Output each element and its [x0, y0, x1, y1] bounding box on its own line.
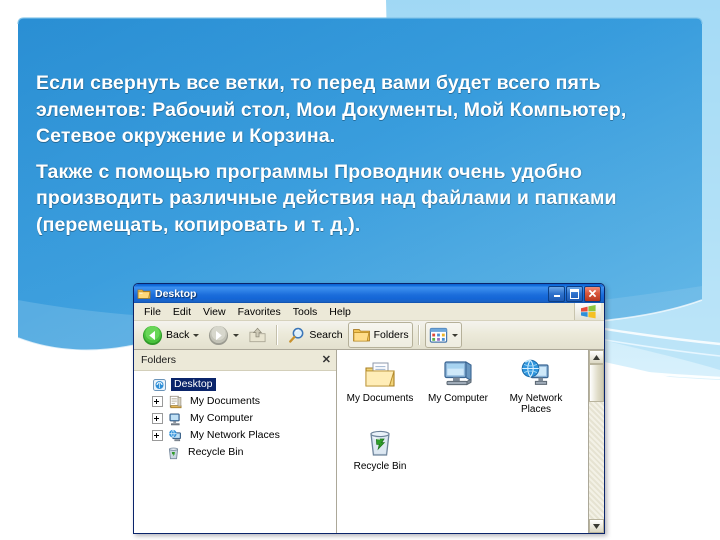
toolbar-separator-1	[276, 325, 279, 345]
expand-icon[interactable]	[152, 413, 163, 424]
expand-icon[interactable]	[152, 430, 163, 441]
back-button[interactable]: Back	[138, 322, 203, 348]
paragraph-2: Также с помощью программы Проводник очен…	[36, 160, 617, 236]
tree-item-my-network-places[interactable]: My Network Places	[152, 427, 336, 444]
window-titlebar[interactable]: Desktop	[134, 284, 604, 303]
item-recycle-bin[interactable]: Recycle Bin	[341, 427, 419, 472]
window-body: Folders ✕ Desktop My Documents My Comput…	[134, 350, 604, 533]
my-documents-icon	[363, 359, 397, 391]
forward-arrow-icon	[209, 325, 229, 345]
scroll-up-button[interactable]	[589, 350, 604, 364]
item-my-computer[interactable]: My Computer	[419, 359, 497, 415]
folders-pane: Folders ✕ Desktop My Documents My Comput…	[134, 350, 337, 533]
tree-item-recycle-bin[interactable]: Recycle Bin	[152, 444, 336, 461]
item-my-network-places[interactable]: My Network Places	[497, 359, 575, 415]
views-icon	[429, 327, 447, 343]
minimize-button[interactable]	[548, 285, 565, 302]
close-icon	[588, 289, 597, 298]
folders-label: Folders	[373, 329, 409, 341]
up-button[interactable]	[244, 322, 271, 348]
folders-pane-title: Folders	[141, 354, 177, 366]
recycle-bin-icon	[166, 446, 181, 460]
scrollbar-thumb[interactable]	[589, 364, 604, 402]
back-arrow-icon	[142, 325, 163, 345]
window-controls[interactable]	[548, 285, 601, 302]
menu-edit[interactable]: Edit	[167, 305, 197, 319]
item-label: Recycle Bin	[353, 461, 407, 472]
maximize-button[interactable]	[566, 285, 583, 302]
folder-tree[interactable]: Desktop My Documents My Computer My Netw…	[134, 371, 336, 461]
search-icon	[289, 327, 304, 343]
item-label: My Computer	[427, 393, 488, 404]
scrollbar-track[interactable]	[589, 402, 604, 519]
item-label: My Network Places	[509, 393, 563, 415]
expand-icon[interactable]	[152, 396, 163, 407]
forward-button[interactable]	[204, 322, 243, 348]
tree-label: Recycle Bin	[188, 446, 244, 458]
network-places-icon	[519, 359, 553, 391]
views-button[interactable]	[424, 322, 462, 348]
folders-icon	[352, 329, 370, 342]
tree-label: My Computer	[190, 412, 254, 424]
paragraph-1: Если свернуть все ветки, то перед вами б…	[36, 72, 627, 147]
scroll-down-button[interactable]	[589, 519, 604, 533]
folders-pane-header: Folders ✕	[134, 350, 336, 371]
folder-icon	[137, 287, 151, 300]
chevron-down-icon	[593, 523, 600, 529]
search-button[interactable]: Search	[283, 322, 346, 348]
window-menubar[interactable]: File Edit View Favorites Tools Help	[134, 303, 604, 321]
menu-favorites[interactable]: Favorites	[232, 305, 287, 319]
search-label: Search	[309, 329, 343, 341]
window-title: Desktop	[155, 287, 197, 300]
folders-pane-close-icon[interactable]: ✕	[322, 354, 331, 366]
my-documents-icon	[168, 395, 183, 409]
toolbar-separator-2	[417, 325, 420, 345]
window-toolbar[interactable]: Back Search Folders	[134, 321, 604, 350]
menu-view[interactable]: View	[197, 305, 232, 319]
menu-tools[interactable]: Tools	[287, 305, 324, 319]
item-my-documents[interactable]: My Documents	[341, 359, 419, 415]
tree-item-my-documents[interactable]: My Documents	[152, 393, 336, 410]
views-dropdown-icon[interactable]	[451, 333, 458, 337]
folders-button[interactable]: Folders	[347, 322, 413, 348]
tree-label: Desktop	[171, 378, 216, 391]
menu-help[interactable]: Help	[323, 305, 357, 319]
back-label: Back	[166, 329, 190, 341]
my-computer-icon	[441, 359, 475, 391]
tree-item-my-computer[interactable]: My Computer	[152, 410, 336, 427]
menu-file[interactable]: File	[138, 305, 167, 319]
item-label: My Documents	[346, 393, 414, 404]
tree-label: My Network Places	[190, 429, 280, 441]
explorer-window[interactable]: Desktop File Edit View Favorites Tools H…	[133, 283, 605, 534]
up-folder-icon	[249, 327, 266, 342]
forward-dropdown-icon[interactable]	[233, 333, 240, 337]
tree-item-desktop[interactable]: Desktop	[138, 376, 336, 393]
network-places-icon	[168, 429, 183, 443]
recycle-bin-icon	[363, 427, 397, 459]
close-button[interactable]	[584, 285, 601, 302]
desktop-icon	[152, 378, 167, 392]
back-dropdown-icon[interactable]	[193, 333, 200, 337]
window-statusbar: 40 objects	[134, 533, 604, 534]
windows-flag-icon	[574, 303, 601, 320]
content-pane[interactable]: My Documents My Computer My Network Plac…	[337, 350, 604, 533]
tree-label: My Documents	[190, 395, 261, 407]
my-computer-icon	[168, 412, 183, 426]
vertical-scrollbar[interactable]	[588, 350, 604, 533]
desktop-items-list[interactable]: My Documents My Computer My Network Plac…	[337, 350, 588, 533]
chevron-up-icon	[593, 354, 600, 360]
